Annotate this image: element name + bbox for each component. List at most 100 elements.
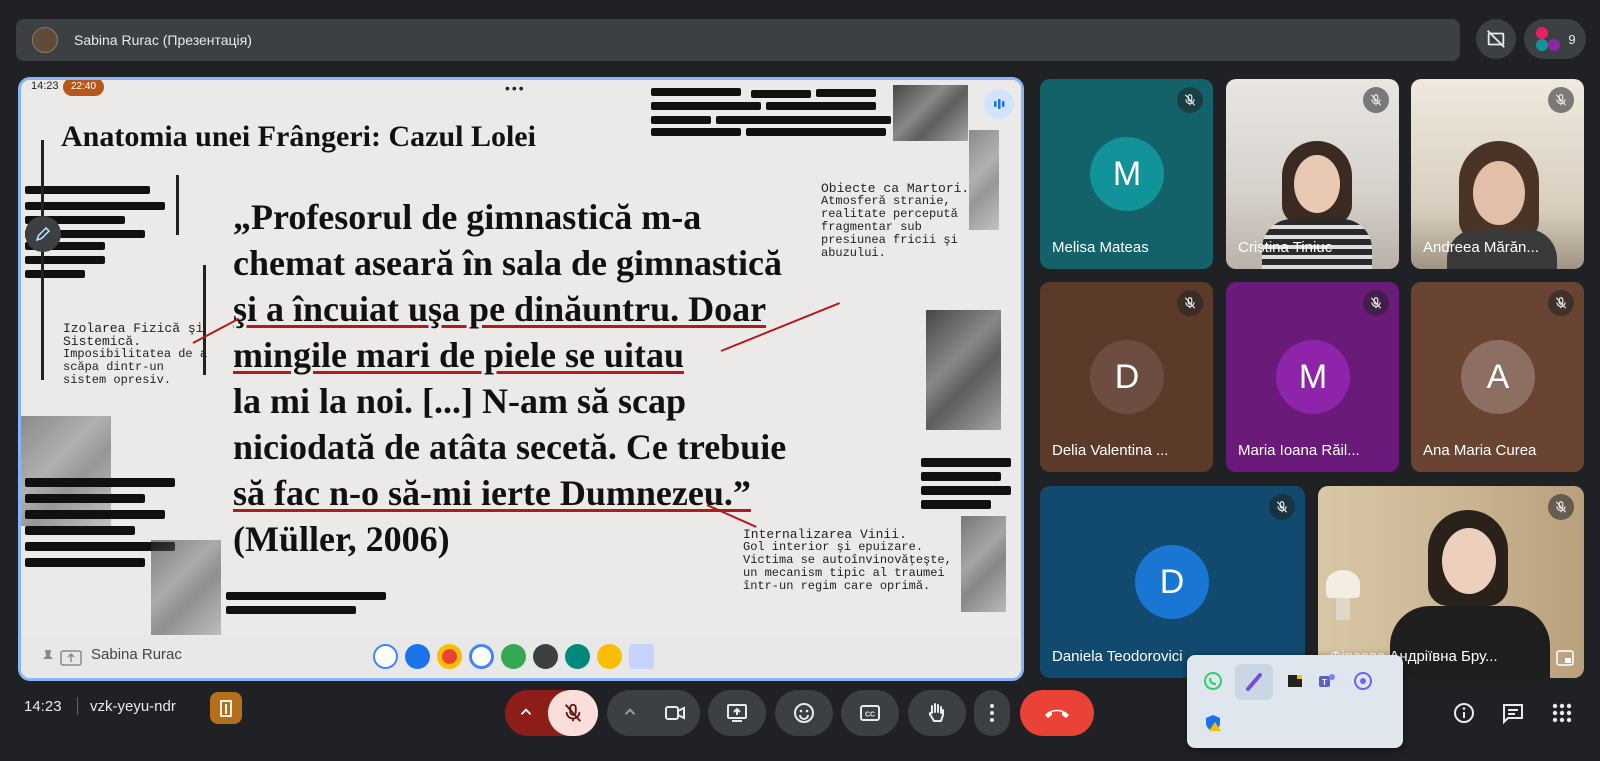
cast-icon[interactable] (533, 644, 558, 669)
note-body: Gol interior şi epuizare. Victima se aut… (743, 540, 952, 593)
avatar: D (1090, 340, 1164, 414)
app-drawer-icon[interactable] (629, 644, 654, 669)
messages-icon[interactable] (405, 644, 430, 669)
tray-app[interactable] (1199, 667, 1227, 695)
participant-tile[interactable]: Andreea Mărăn... (1411, 79, 1584, 269)
redaction-bar (651, 128, 741, 136)
pip-icon[interactable] (1556, 650, 1574, 666)
chrome-icon[interactable] (437, 644, 462, 669)
participant-tile[interactable]: A Ana Maria Curea (1411, 282, 1584, 472)
videocam-icon (665, 706, 685, 720)
play-store-icon[interactable] (501, 644, 526, 669)
activities-button[interactable] (1547, 698, 1577, 728)
raise-hand-button[interactable] (908, 690, 966, 736)
redaction-bar (921, 472, 1001, 481)
participant-tile[interactable]: D Delia Valentina ... (1040, 282, 1213, 472)
pen-icon (35, 226, 51, 242)
presenter-avatar (32, 27, 58, 53)
tray-app-selected[interactable] (1235, 664, 1273, 700)
google-icon[interactable] (373, 644, 398, 669)
grunge-texture (926, 310, 1001, 430)
annotate-button[interactable] (25, 216, 61, 252)
participant-tile[interactable]: D Daniela Teodorovici (1040, 486, 1305, 678)
mic-muted-indicator (1177, 87, 1203, 113)
redaction-bar (25, 202, 165, 210)
captions-button[interactable]: CC (841, 690, 899, 736)
avatar: M (1276, 340, 1350, 414)
meeting-details-button[interactable] (1449, 698, 1479, 728)
tray-app[interactable] (1281, 667, 1309, 695)
redaction-bar (25, 494, 145, 503)
tray-app[interactable]: T (1313, 667, 1341, 695)
quote-line: la mi la noi. [...] N-am să scap (233, 381, 686, 421)
redaction-bar (25, 270, 85, 278)
tray-app[interactable] (1199, 709, 1227, 737)
presenter-title: Sabina Rurac (Презентація) (74, 32, 252, 48)
quote-line: să fac n-o să-mi ierte Dumnezeu.” (233, 473, 751, 513)
present-now-button[interactable] (708, 690, 766, 736)
participant-tile[interactable]: Cristina Tiniuc (1226, 79, 1399, 269)
camera-control-group (607, 690, 700, 736)
cc-icon: CC (860, 705, 880, 721)
chevron-up-icon[interactable] (517, 703, 535, 721)
meet-window: Sabina Rurac (Презентація) 9 14:23 22:40… (0, 0, 1600, 761)
redaction-bar (746, 128, 886, 136)
participant-name: Melisa Mateas (1052, 239, 1149, 256)
participant-name: Maria Ioana Răil... (1238, 442, 1360, 459)
svg-text:T: T (1322, 678, 1327, 687)
mic-off-icon (1184, 94, 1196, 106)
chat-button[interactable] (1498, 698, 1528, 728)
microphone-button[interactable] (548, 690, 598, 736)
more-dots-icon: ••• (505, 80, 526, 96)
tray-app[interactable] (1349, 667, 1377, 695)
chat-icon (1503, 704, 1523, 725)
redaction-bar (226, 592, 386, 600)
slide-quote: „Profesorul de gimnastică m-a chemat ase… (233, 194, 833, 562)
viber-icon (1354, 672, 1372, 690)
participant-tile[interactable]: M Melisa Mateas (1040, 79, 1213, 269)
camera-button[interactable] (650, 690, 700, 736)
whatsapp-icon (1204, 672, 1222, 690)
participant-tile[interactable]: M Maria Ioana Răil... (1226, 282, 1399, 472)
quote-line: „Profesorul de gimnastică m-a (233, 197, 702, 237)
quote-line: chemat aseară în sala de gimnastică (233, 243, 782, 283)
participant-name: Cristina Tiniuc (1238, 239, 1333, 256)
mic-muted-indicator (1548, 87, 1574, 113)
security-warning-icon (1206, 715, 1221, 731)
more-options-button[interactable] (974, 690, 1010, 736)
redaction-bar (651, 102, 761, 110)
lamp-base (1336, 598, 1350, 620)
door-icon (220, 700, 232, 717)
participant-tile[interactable]: Фірсова Андріївна Бру... (1318, 486, 1584, 678)
pin-icon[interactable] (41, 648, 85, 668)
mic-muted-indicator (1177, 290, 1203, 316)
presenter-banner[interactable]: Sabina Rurac (Презентація) (16, 19, 1460, 61)
pen-icon (1246, 673, 1262, 691)
presentation-tile[interactable]: 14:23 22:40 ••• Anatomia unei Frângeri: … (18, 77, 1024, 681)
avatar: M (1090, 137, 1164, 211)
participant-name: Ana Maria Curea (1423, 442, 1537, 459)
people-button[interactable]: 9 (1524, 19, 1586, 59)
visibility-off-icon (1487, 30, 1505, 48)
note-guilt: Internalizarea Vinii. Gol interior şi ep… (743, 528, 973, 593)
reactions-button[interactable] (775, 690, 833, 736)
person-body (1390, 606, 1550, 678)
participant-name: Andreea Mărăn... (1423, 239, 1539, 256)
device-status-time: 14:23 (31, 80, 59, 92)
decor-line (41, 140, 44, 380)
app-dock (373, 644, 654, 669)
hide-tiles-button[interactable] (1476, 19, 1516, 59)
chevron-up-icon[interactable] (621, 703, 639, 721)
drive-icon[interactable] (597, 644, 622, 669)
grunge-texture (893, 85, 968, 141)
call-end-icon (1045, 709, 1069, 718)
host-controls-button[interactable] (210, 692, 242, 724)
mic-muted-indicator (1548, 290, 1574, 316)
note-heading: Izolarea Fizică şi Sistemică. (63, 321, 204, 349)
more-vert-icon (990, 704, 994, 722)
redaction-bar (651, 88, 741, 96)
assistant-icon[interactable] (469, 644, 494, 669)
meet-icon[interactable] (565, 644, 590, 669)
leave-call-button[interactable] (1020, 690, 1094, 736)
redaction-bar (751, 90, 811, 98)
